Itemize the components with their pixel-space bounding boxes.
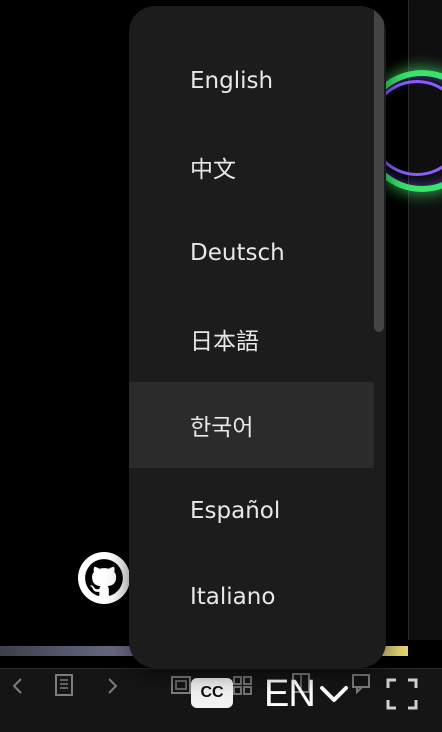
language-option-chinese[interactable]: 中文 [129,124,374,210]
current-language-label: EN [264,672,316,715]
language-option-label: Italiano [190,584,276,610]
language-option-italian[interactable]: Italiano [129,554,374,640]
app-stage: CC EN English 中文 Deutsch 日本語 한국어 Español… [0,0,442,732]
single-page-icon[interactable] [170,675,192,697]
language-option-label: English [190,68,274,94]
fullscreen-icon[interactable] [386,678,418,710]
language-option-label: 한국어 [190,415,254,441]
language-option-label: Español [190,498,281,524]
chevron-down-icon [319,686,348,702]
language-option-spanish[interactable]: Español [129,468,374,554]
comment-icon[interactable] [350,672,372,694]
captions-button[interactable]: CC [191,678,233,708]
language-option-german[interactable]: Deutsch [129,210,374,296]
language-selector[interactable]: EN [264,672,349,716]
language-option-label: Deutsch [190,240,285,266]
chevron-left-icon[interactable] [8,676,28,696]
dropdown-scrollbar[interactable] [373,6,386,668]
language-option-korean[interactable]: 한국어 [129,382,374,468]
document-icon[interactable] [53,673,75,697]
language-option-japanese[interactable]: 日本語 [129,296,374,382]
language-option-english[interactable]: English [129,38,374,124]
language-option-label: 日本語 [190,329,259,355]
side-preview-panel [361,0,442,640]
chevron-right-icon[interactable] [102,676,122,696]
language-option-label: 中文 [190,157,236,183]
scrollbar-thumb[interactable] [374,6,384,332]
github-icon[interactable] [78,552,130,604]
language-dropdown: English 中文 Deutsch 日本語 한국어 Español Itali… [129,6,386,668]
grid-icon[interactable] [232,675,254,697]
